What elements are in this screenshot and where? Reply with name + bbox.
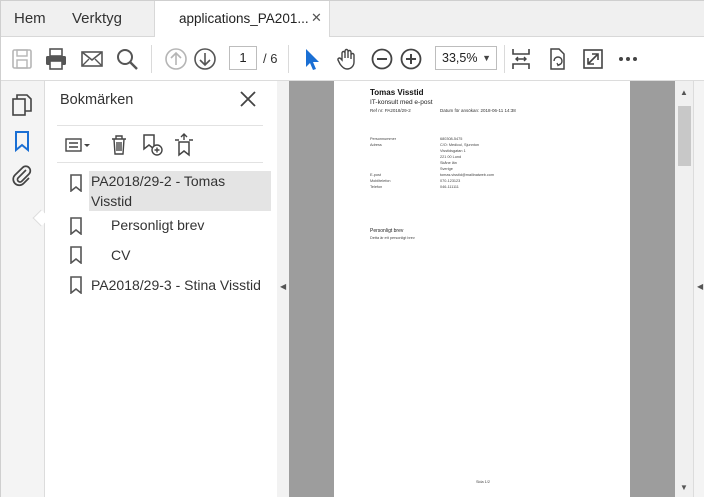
bookmark-icon [69, 217, 83, 236]
options-menu-icon[interactable] [63, 132, 93, 158]
add-bookmark-icon[interactable] [139, 132, 165, 158]
applicant-role: IT-konsult med e-post [370, 99, 433, 106]
tab-document[interactable]: applications_PA201... ✕ [154, 1, 330, 38]
zoom-level-value: 33,5% [442, 51, 478, 65]
application-date: Datum för ansökan: 2018-06-11 14:38 [440, 108, 516, 113]
field-value: C/O: Medicul, Sjunnton [440, 143, 480, 147]
panel-collapse-handle[interactable]: ◀ [277, 81, 289, 497]
scroll-up-icon[interactable]: ▲ [680, 88, 688, 97]
attachment-icon[interactable] [10, 163, 34, 187]
field-label: Adress [370, 143, 382, 147]
field-value: 221 00 Lund [440, 155, 462, 159]
field-value: tomas.visstid@mailinatweb.com [440, 173, 495, 177]
zoom-level-select[interactable]: 33,5% ▼ [435, 46, 497, 70]
field-value: 070-123123 [440, 179, 461, 183]
field-label: Mobiltelefon [370, 179, 391, 183]
page-number-input[interactable]: 1 [229, 46, 257, 70]
next-page-icon[interactable] [192, 46, 218, 72]
select-cursor-icon[interactable] [299, 46, 325, 72]
fit-page-icon[interactable] [508, 46, 534, 72]
save-icon[interactable] [9, 46, 35, 72]
more-options-icon[interactable] [615, 46, 641, 72]
section-title: Personligt brev [370, 228, 404, 234]
toolbar: 1 / 6 33,5% ▼ [1, 37, 704, 81]
tab-tools[interactable]: Verktyg [72, 10, 122, 27]
bookmark-item[interactable]: CV [111, 245, 130, 265]
bookmark-icon [69, 174, 83, 193]
tab-bar: Hem Verktyg applications_PA201... ✕ [1, 1, 704, 38]
close-icon[interactable] [238, 89, 258, 109]
field-value: 680308-5475 [440, 137, 463, 141]
rotate-page-icon[interactable] [544, 46, 570, 72]
bookmark-label-continued: Visstid [91, 193, 132, 209]
close-tab-icon[interactable]: ✕ [311, 10, 322, 26]
page-total: / 6 [263, 51, 278, 66]
pdf-page: Tomas Visstid IT-konsult med e-post Ref … [334, 81, 630, 497]
reference-number: Ref nr: PA2018/29-2 [370, 108, 411, 113]
bookmark-icon[interactable] [10, 129, 34, 153]
zoom-out-icon[interactable] [369, 46, 395, 72]
bookmarks-panel: Bokmärken PA2018/29-2 - Tomas Visstid Pe… [45, 81, 277, 497]
print-icon[interactable] [43, 46, 69, 72]
bookmark-item[interactable]: PA2018/29-2 - Tomas Visstid [89, 171, 271, 211]
bookmark-item[interactable]: Personligt brev [111, 215, 204, 235]
fullscreen-icon[interactable] [580, 46, 606, 72]
search-icon[interactable] [114, 46, 140, 72]
bookmark-item[interactable]: PA2018/29-3 - Stina Visstid [91, 275, 261, 295]
collapse-left-icon: ◀ [280, 282, 287, 291]
right-panel-toggle[interactable]: ◀ [693, 81, 704, 497]
scroll-down-icon[interactable]: ▼ [680, 483, 688, 492]
navigation-rail [1, 81, 50, 497]
toolbar-separator [151, 45, 152, 73]
toolbar-separator [288, 45, 289, 73]
field-value: 046-111111 [440, 185, 459, 189]
page-thumbnails-icon[interactable] [10, 93, 34, 117]
mail-icon[interactable] [79, 46, 105, 72]
expand-bookmark-icon[interactable] [171, 132, 197, 158]
bookmark-label: PA2018/29-2 - Tomas [91, 173, 226, 189]
field-value: Sverige [440, 167, 453, 171]
delete-bookmark-icon[interactable] [106, 132, 132, 158]
vertical-scrollbar[interactable]: ▲ ▼ [675, 81, 693, 497]
document-viewport[interactable]: Tomas Visstid IT-konsult med e-post Ref … [289, 81, 675, 497]
bookmark-icon [69, 246, 83, 265]
chevron-down-icon: ▼ [482, 53, 491, 63]
expand-right-icon: ◀ [697, 282, 704, 291]
applicant-name: Tomas Visstid [370, 88, 424, 97]
field-value: Visstidsgatan 1 [440, 149, 466, 153]
previous-page-icon[interactable] [163, 46, 189, 72]
page-footer: Sida 1/2 [476, 480, 490, 484]
document-tab-title: applications_PA201... [179, 11, 309, 26]
acrobat-window: Hem Verktyg applications_PA201... ✕ 1 / … [0, 0, 704, 497]
hand-tool-icon[interactable] [334, 46, 360, 72]
bookmark-icon [69, 276, 83, 295]
field-label: Personnummer [370, 137, 396, 141]
section-text: Detta är ett personligt brev [370, 236, 415, 240]
toolbar-separator [504, 45, 505, 73]
field-value: Skåne län [440, 161, 457, 165]
tab-home[interactable]: Hem [14, 10, 46, 27]
panel-title: Bokmärken [60, 92, 134, 108]
scroll-thumb[interactable] [678, 106, 691, 166]
field-label: Telefon [370, 185, 383, 189]
zoom-in-icon[interactable] [398, 46, 424, 72]
bookmark-tools [57, 125, 263, 163]
field-label: E-post [370, 173, 381, 177]
